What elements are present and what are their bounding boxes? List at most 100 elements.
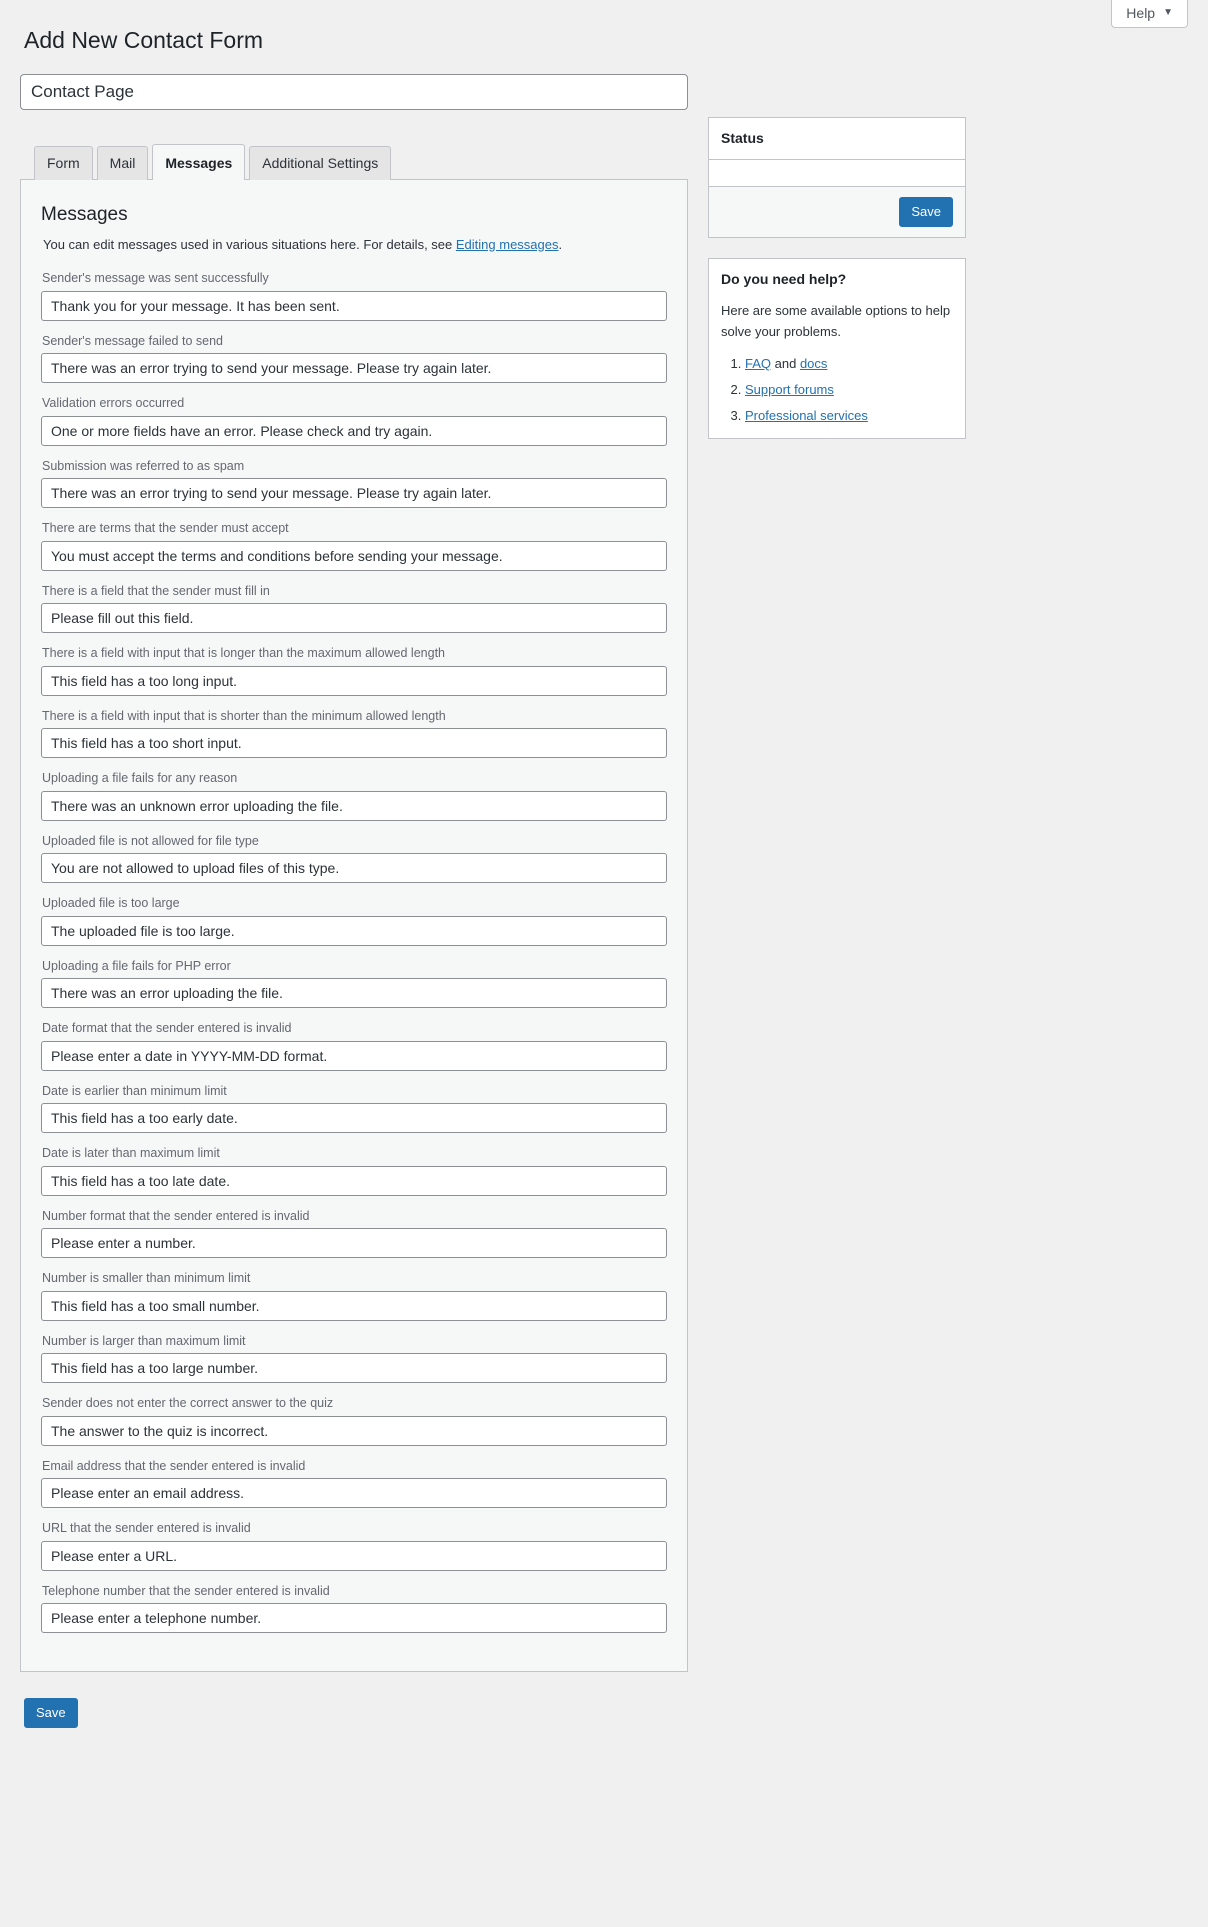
message-field-input[interactable]	[41, 353, 667, 384]
message-field-input[interactable]	[41, 290, 667, 321]
message-field: Date is later than maximum limit	[41, 1145, 667, 1196]
message-field-input[interactable]	[41, 415, 667, 446]
status-postbox-footer: Save	[709, 186, 965, 238]
messages-panel: Messages You can edit messages used in v…	[20, 179, 688, 1673]
help-links-list: FAQ and docs Support forums Professional s…	[721, 354, 953, 426]
message-field-input[interactable]	[41, 540, 667, 571]
message-field-input[interactable]	[41, 1040, 667, 1071]
tab-form[interactable]: Form	[34, 145, 93, 181]
message-field-input[interactable]	[41, 853, 667, 884]
message-field: Uploading a file fails for PHP error	[41, 958, 667, 1009]
message-field-label: Sender's message failed to send	[42, 333, 223, 348]
message-field: Email address that the sender entered is…	[41, 1458, 667, 1509]
status-postbox-body	[709, 160, 965, 186]
help-link-docs[interactable]: docs	[800, 356, 827, 371]
message-field-label: URL that the sender entered is invalid	[42, 1521, 251, 1536]
sidebar-column: Status Save Do you need help? Here are s…	[708, 74, 966, 459]
help-box-intro: Here are some available options to help …	[721, 303, 951, 339]
message-field-input[interactable]	[41, 478, 667, 509]
tab-mail[interactable]: Mail	[96, 145, 149, 181]
message-field-label: Validation errors occurred	[42, 396, 185, 411]
message-fields-list: Sender's message was sent successfully Se…	[41, 270, 667, 1634]
message-field-input[interactable]	[41, 1165, 667, 1196]
message-field-label: Number is smaller than minimum limit	[42, 1271, 251, 1286]
messages-description-text: You can edit messages used in various si…	[43, 236, 456, 252]
messages-description: You can edit messages used in various si…	[43, 235, 667, 255]
message-field-input[interactable]	[41, 1415, 667, 1446]
message-field: Number format that the sender entered is…	[41, 1208, 667, 1259]
message-field: Number is larger than maximum limit	[41, 1333, 667, 1384]
page-columns: FormMailMessagesAdditional Settings Mess…	[20, 73, 1188, 1729]
help-link-item: FAQ and docs	[745, 354, 953, 374]
message-field-input[interactable]	[41, 728, 667, 759]
message-field: Uploaded file is not allowed for file ty…	[41, 833, 667, 884]
message-field-label: Uploading a file fails for any reason	[42, 771, 238, 786]
help-link-support-forums[interactable]: Support forums	[745, 382, 834, 397]
message-field-input[interactable]	[41, 1103, 667, 1134]
message-field-label: There are terms that the sender must acc…	[42, 521, 289, 536]
message-field: Number is smaller than minimum limit	[41, 1270, 667, 1321]
message-field: There is a field with input that is long…	[41, 645, 667, 696]
message-field: Date format that the sender entered is i…	[41, 1020, 667, 1071]
messages-description-suffix: .	[558, 236, 563, 252]
message-field-input[interactable]	[41, 603, 667, 634]
page-wrap: Add New Contact Form FormMailMessagesAdd…	[0, 0, 1208, 1729]
help-postbox: Do you need help? Here are some availabl…	[708, 258, 966, 440]
message-field-input[interactable]	[41, 665, 667, 696]
message-field-label: Date is later than maximum limit	[42, 1146, 220, 1161]
status-postbox: Status Save	[708, 116, 966, 239]
help-link-item: Support forums	[745, 380, 953, 400]
form-title-input[interactable]	[20, 73, 688, 110]
message-field-label: Uploaded file is not allowed for file ty…	[42, 833, 259, 848]
message-field-input[interactable]	[41, 1353, 667, 1384]
main-column: FormMailMessagesAdditional Settings Mess…	[20, 73, 688, 1729]
message-field-input[interactable]	[41, 1478, 667, 1509]
message-field: Telephone number that the sender entered…	[41, 1583, 667, 1634]
message-field-input[interactable]	[41, 1603, 667, 1634]
message-field: URL that the sender entered is invalid	[41, 1520, 667, 1571]
help-link-faq[interactable]: FAQ	[745, 356, 771, 371]
message-field-label: Date format that the sender entered is i…	[42, 1021, 292, 1036]
message-field-input[interactable]	[41, 915, 667, 946]
message-field-label: Submission was referred to as spam	[42, 458, 245, 473]
message-field: Sender's message failed to send	[41, 333, 667, 384]
message-field-input[interactable]	[41, 1290, 667, 1321]
message-field: Uploading a file fails for any reason	[41, 770, 667, 821]
help-box-title: Do you need help?	[721, 271, 847, 288]
help-button-label: Help	[1126, 5, 1156, 21]
message-field-label: Sender's message was sent successfully	[42, 271, 269, 286]
chevron-down-icon: ▼	[1163, 7, 1173, 18]
message-field: There are terms that the sender must acc…	[41, 520, 667, 571]
message-field: Sender does not enter the correct answer…	[41, 1395, 667, 1446]
editing-messages-link[interactable]: Editing messages	[456, 237, 559, 252]
message-field: Submission was referred to as spam	[41, 458, 667, 509]
save-button-sidebar[interactable]: Save	[899, 197, 953, 228]
message-field-label: There is a field that the sender must fi…	[42, 583, 270, 598]
message-field-label: Number is larger than maximum limit	[42, 1333, 246, 1348]
help-bar: Help ▼	[1111, 0, 1188, 30]
page-title: Add New Contact Form	[24, 27, 264, 53]
tab-additional-settings[interactable]: Additional Settings	[249, 145, 392, 181]
status-title: Status	[721, 129, 764, 146]
message-field-label: Uploading a file fails for PHP error	[42, 958, 231, 973]
message-field-label: Telephone number that the sender entered…	[42, 1583, 330, 1598]
message-field: Uploaded file is too large	[41, 895, 667, 946]
message-field-input[interactable]	[41, 1228, 667, 1259]
help-link-item: Professional services	[745, 406, 953, 426]
message-field-label: Date is earlier than minimum limit	[42, 1083, 227, 1098]
bottom-save-area: Save	[20, 1672, 688, 1729]
help-toggle-button[interactable]: Help ▼	[1111, 0, 1188, 28]
message-field: There is a field that the sender must fi…	[41, 583, 667, 634]
help-postbox-body: Do you need help? Here are some availabl…	[709, 259, 965, 438]
message-field-label: Sender does not enter the correct answer…	[42, 1396, 334, 1411]
help-link-professional-services[interactable]: Professional services	[745, 408, 868, 423]
message-field-input[interactable]	[41, 790, 667, 821]
message-field-input[interactable]	[41, 1540, 667, 1571]
message-field-label: Number format that the sender entered is…	[42, 1208, 310, 1223]
message-field-input[interactable]	[41, 978, 667, 1009]
messages-heading: Messages	[41, 204, 128, 226]
message-field: Sender's message was sent successfully	[41, 270, 667, 321]
tab-messages[interactable]: Messages	[152, 143, 246, 181]
save-button-bottom[interactable]: Save	[24, 1698, 78, 1729]
message-field-label: Email address that the sender entered is…	[42, 1458, 306, 1473]
